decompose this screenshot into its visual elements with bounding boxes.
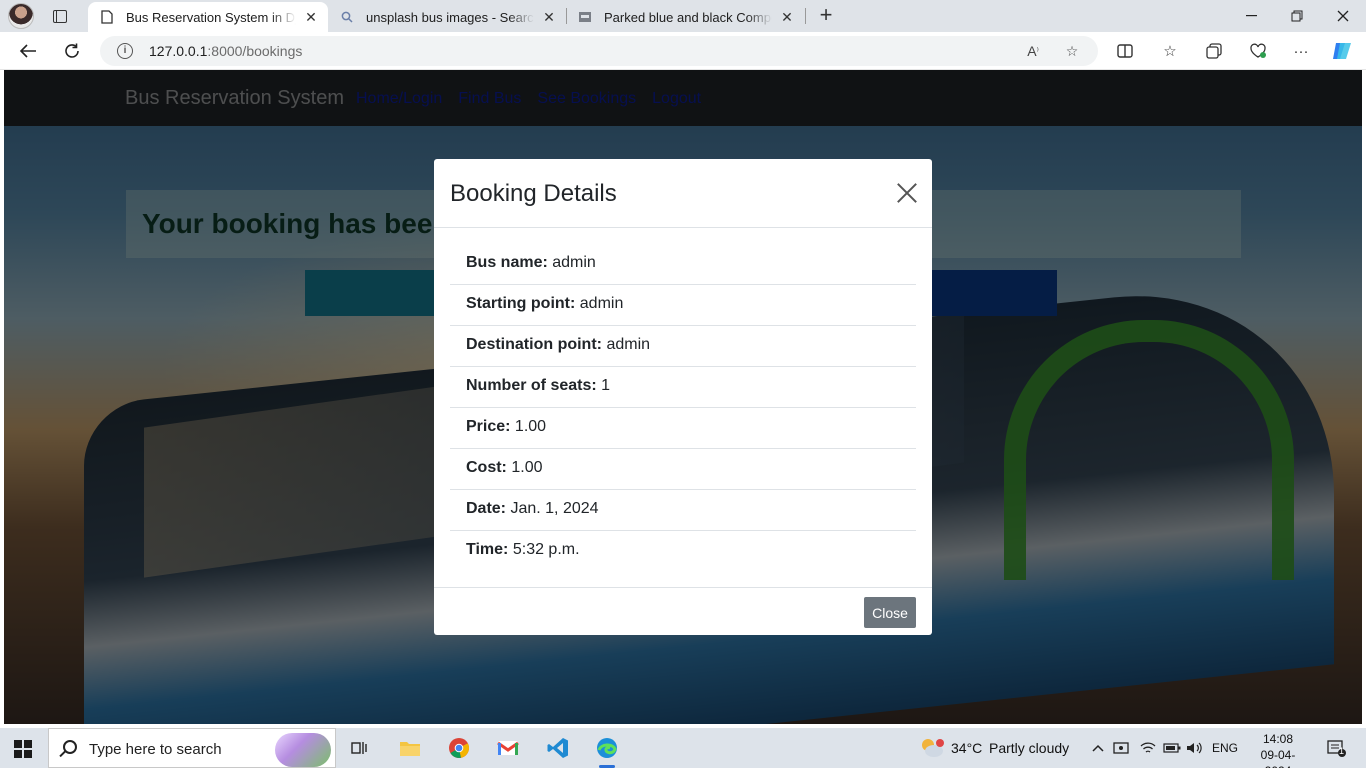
search-highlight-illustration — [275, 733, 331, 767]
vscode-icon[interactable] — [538, 732, 578, 764]
back-icon[interactable] — [13, 36, 43, 66]
search-icon — [340, 10, 354, 24]
windows-taskbar: Type here to search 34°C Partly cloudy E… — [0, 728, 1366, 768]
close-tab-icon[interactable]: ✕ — [778, 8, 796, 26]
tab-strip: Bus Reservation System in Django ✕ unspl… — [0, 0, 1366, 32]
clock-time: 14:08 — [1262, 732, 1294, 746]
detail-bus-name: Bus name: admin — [450, 244, 916, 285]
performance-icon[interactable] — [1247, 41, 1269, 61]
tab-title: unsplash bus images - Search — [366, 9, 534, 25]
volume-icon[interactable] — [1180, 732, 1208, 764]
detail-starting-point: Starting point: admin — [450, 285, 916, 326]
modal-body: Bus name: admin Starting point: admin De… — [450, 244, 916, 572]
notification-icon[interactable]: 1 — [1318, 732, 1354, 764]
modal-header: Booking Details — [434, 159, 932, 228]
detail-number-of-seats: Number of seats: 1 — [450, 367, 916, 408]
weather-icon[interactable] — [912, 732, 952, 764]
page-viewport: Bus Reservation System Home/Login Find B… — [4, 70, 1362, 724]
detail-destination-point: Destination point: admin — [450, 326, 916, 367]
collections-icon[interactable] — [1203, 41, 1225, 61]
modal-title: Booking Details — [450, 180, 617, 207]
booking-details-list: Bus name: admin Starting point: admin De… — [450, 244, 916, 572]
detail-price: Price: 1.00 — [450, 408, 916, 449]
edge-icon[interactable] — [587, 732, 627, 768]
meet-now-icon[interactable] — [1106, 732, 1136, 764]
task-view-icon[interactable] — [340, 732, 380, 764]
weather-description[interactable]: Partly cloudy — [989, 740, 1069, 756]
system-clock[interactable]: 14:08 09-04-2024 — [1248, 731, 1308, 768]
search-placeholder: Type here to search — [89, 741, 222, 758]
restore-icon[interactable] — [1274, 0, 1320, 32]
profile-avatar[interactable] — [8, 3, 34, 29]
file-explorer-icon[interactable] — [390, 732, 430, 764]
tab-parked-bus[interactable]: Parked blue and black Compertur ✕ — [566, 2, 804, 32]
close-tab-icon[interactable]: ✕ — [540, 8, 558, 26]
tab-title: Bus Reservation System in Django — [126, 9, 296, 25]
tab-actions-icon[interactable] — [46, 6, 74, 26]
more-icon[interactable]: ··· — [1290, 41, 1312, 61]
tab-title: Parked blue and black Compertur — [604, 9, 772, 25]
modal-footer: Close — [434, 587, 932, 635]
gmail-icon[interactable] — [488, 732, 528, 764]
taskbar-search-box[interactable]: Type here to search — [48, 728, 336, 768]
close-icon[interactable] — [896, 182, 918, 204]
language-indicator[interactable]: ENG — [1212, 741, 1238, 755]
tab-unsplash-search[interactable]: unsplash bus images - Search ✕ — [328, 2, 566, 32]
refresh-icon[interactable] — [57, 36, 87, 66]
copilot-icon[interactable] — [1331, 41, 1353, 61]
detail-time: Time: 5:32 p.m. — [466, 541, 580, 558]
new-tab-icon[interactable]: + — [814, 4, 838, 28]
detail-cost: Cost: 1.00 — [450, 449, 916, 490]
booking-details-modal: Booking Details Bus name: admin Starting… — [434, 159, 932, 635]
tab-separator — [805, 8, 806, 24]
chrome-icon[interactable] — [439, 732, 479, 764]
search-icon — [63, 740, 77, 754]
favorite-star-icon[interactable]: ☆ — [1063, 42, 1081, 60]
notification-count: 1 — [1339, 746, 1345, 756]
close-button[interactable]: Close — [864, 597, 916, 628]
clock-date: 09-04-2024 — [1260, 748, 1296, 768]
close-tab-icon[interactable]: ✕ — [302, 8, 320, 26]
split-screen-icon[interactable] — [1114, 41, 1136, 61]
address-bar-row: i 127.0.0.1:8000/bookings A ⁾ ☆ ☆ ··· — [0, 32, 1366, 70]
close-window-icon[interactable] — [1320, 0, 1366, 32]
weather-temperature[interactable]: 34°C — [951, 740, 982, 756]
page-icon — [100, 10, 114, 24]
favorites-icon[interactable]: ☆ — [1159, 41, 1181, 61]
address-bar[interactable]: i 127.0.0.1:8000/bookings A ⁾ ☆ — [100, 36, 1098, 66]
windows-start-icon[interactable] — [14, 740, 32, 758]
image-icon — [578, 10, 592, 24]
info-icon[interactable]: i — [117, 43, 133, 59]
detail-date: Date: Jan. 1, 2024 — [450, 490, 916, 531]
url-text[interactable]: 127.0.0.1:8000/bookings — [149, 43, 302, 59]
tab-bus-reservation[interactable]: Bus Reservation System in Django ✕ — [88, 2, 328, 32]
read-aloud-icon[interactable]: A ⁾ — [1024, 42, 1042, 60]
minimize-icon[interactable] — [1228, 0, 1274, 32]
